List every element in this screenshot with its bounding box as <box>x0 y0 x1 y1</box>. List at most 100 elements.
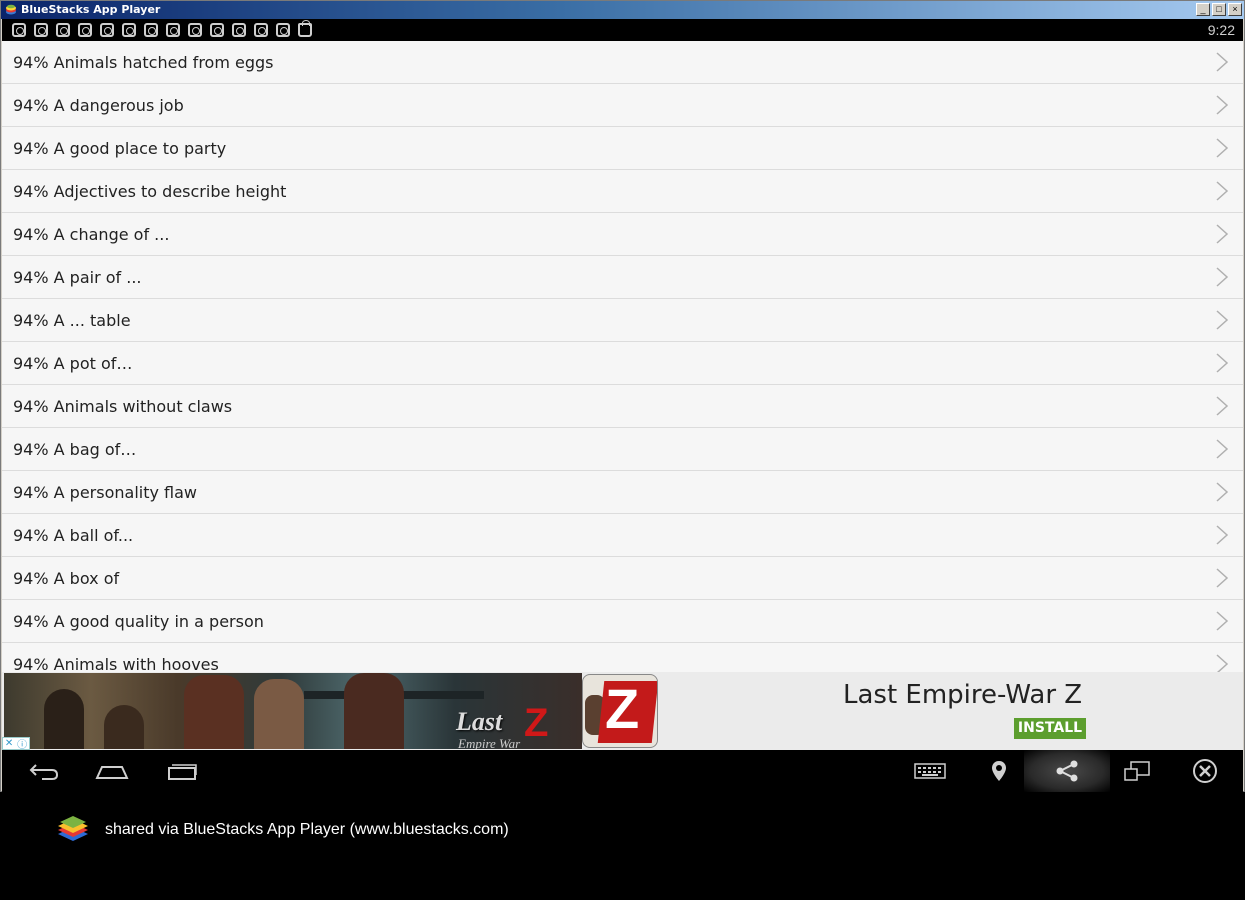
list-item-label: 94% A good quality in a person <box>13 612 264 631</box>
list-item-label: 94% A ... table <box>13 311 131 330</box>
close-app-icon <box>1193 759 1217 783</box>
keyboard-button[interactable] <box>912 750 948 792</box>
adchoices-badge[interactable]: ✕ ⓘ <box>2 736 30 751</box>
list-item-label: 94% A pot of… <box>13 354 133 373</box>
instagram-icon <box>144 23 158 37</box>
instagram-icon <box>56 23 70 37</box>
chevron-right-icon <box>1216 525 1229 545</box>
list-item[interactable]: 94% Animals with hooves <box>2 643 1243 672</box>
ad-app-icon-letter: Z <box>605 677 640 740</box>
category-list[interactable]: 94% Animals hatched from eggs 94% A dange… <box>2 41 1243 672</box>
bluestacks-app-icon <box>6 4 16 15</box>
back-button[interactable] <box>24 750 64 792</box>
chevron-right-icon <box>1216 138 1229 158</box>
shopping-bag-icon <box>298 20 312 37</box>
close-app-button[interactable] <box>1188 750 1222 792</box>
location-icon <box>992 761 1006 781</box>
window-controls: _ □ × <box>1196 3 1242 16</box>
list-item-label: 94% A bag of… <box>13 440 137 459</box>
location-button[interactable] <box>986 750 1012 792</box>
ad-app-icon[interactable]: Z <box>582 674 658 748</box>
list-item[interactable]: 94% A good place to party <box>2 127 1243 170</box>
ad-banner[interactable]: Last Z Empire War Z Last Empire-War Z IN… <box>2 672 1243 751</box>
list-item[interactable]: 94% A pot of… <box>2 342 1243 385</box>
share-icon <box>1056 760 1078 782</box>
instagram-icon <box>100 23 114 37</box>
list-item[interactable]: 94% A personality flaw <box>2 471 1243 514</box>
chevron-right-icon <box>1216 568 1229 588</box>
ad-banner-logo-text: Last <box>456 707 503 736</box>
chevron-right-icon <box>1216 396 1229 416</box>
chevron-right-icon <box>1216 267 1229 287</box>
chevron-right-icon <box>1216 52 1229 72</box>
back-icon <box>29 764 59 780</box>
instagram-icon <box>276 23 290 37</box>
instagram-icon <box>78 23 92 37</box>
instagram-icon <box>122 23 136 37</box>
ad-banner-image[interactable]: Last Z Empire War <box>4 673 582 749</box>
android-status-bar: 9:22 <box>2 19 1243 41</box>
list-item-label: 94% Adjectives to describe height <box>13 182 287 201</box>
list-item[interactable]: 94% A good quality in a person <box>2 600 1243 643</box>
adchoices-info-icon[interactable]: ⓘ <box>17 736 27 751</box>
home-icon <box>95 766 129 779</box>
ad-title[interactable]: Last Empire-War Z <box>843 680 1082 710</box>
instagram-icon <box>34 23 48 37</box>
chevron-right-icon <box>1216 310 1229 330</box>
chevron-right-icon <box>1216 181 1229 201</box>
instagram-icon <box>12 23 26 37</box>
bluestacks-logo-icon <box>58 816 88 841</box>
chevron-right-icon <box>1216 224 1229 244</box>
keyboard-icon <box>914 763 946 779</box>
instagram-icon <box>210 23 224 37</box>
rotate-icon <box>1124 761 1150 781</box>
chevron-right-icon <box>1216 439 1229 459</box>
list-item-label: 94% Animals with hooves <box>13 655 219 672</box>
list-item[interactable]: 94% A ball of... <box>2 514 1243 557</box>
list-item-label: 94% A change of ... <box>13 225 170 244</box>
instagram-icon <box>254 23 268 37</box>
status-clock: 9:22 <box>1207 22 1235 38</box>
recent-apps-icon <box>168 764 197 780</box>
share-button[interactable] <box>1050 750 1084 792</box>
rotate-button[interactable] <box>1120 750 1154 792</box>
ad-banner-logo-subtext: Empire War <box>458 736 521 749</box>
list-item[interactable]: 94% A box of <box>2 557 1243 600</box>
chevron-right-icon <box>1216 353 1229 373</box>
ad-image-figure <box>44 689 84 749</box>
title-bar: BlueStacks App Player _ □ × <box>1 1 1244 19</box>
ad-banner-logo-letter: Z <box>524 701 549 745</box>
minimize-button[interactable]: _ <box>1196 3 1210 16</box>
list-item[interactable]: 94% Animals hatched from eggs <box>2 41 1243 84</box>
list-item[interactable]: 94% Adjectives to describe height <box>2 170 1243 213</box>
notification-icons <box>12 20 312 37</box>
ad-image-figure <box>344 673 404 749</box>
list-item-label: 94% A personality flaw <box>13 483 198 502</box>
chevron-right-icon <box>1216 482 1229 502</box>
bluestacks-window: BlueStacks App Player _ □ × 9:22 94% Ani… <box>0 0 1245 792</box>
instagram-icon <box>166 23 180 37</box>
share-footer: shared via BlueStacks App Player (www.bl… <box>0 792 1245 900</box>
close-button[interactable]: × <box>1228 3 1242 16</box>
list-item[interactable]: 94% A bag of… <box>2 428 1243 471</box>
list-item-label: 94% A ball of... <box>13 526 134 545</box>
list-item[interactable]: 94% A ... table <box>2 299 1243 342</box>
chevron-right-icon <box>1216 654 1229 672</box>
ad-image-figure <box>184 675 244 749</box>
list-item-label: 94% A dangerous job <box>13 96 184 115</box>
recent-apps-button[interactable] <box>162 750 202 792</box>
ad-image-figure <box>254 679 304 749</box>
list-item-label: 94% Animals hatched from eggs <box>13 53 274 72</box>
ad-image-figure <box>104 705 144 749</box>
list-item-label: 94% A pair of ... <box>13 268 142 287</box>
ad-install-button[interactable]: INSTALL <box>1014 718 1086 739</box>
maximize-button[interactable]: □ <box>1212 3 1226 16</box>
home-button[interactable] <box>92 750 132 792</box>
instagram-icon <box>188 23 202 37</box>
list-item[interactable]: 94% A change of ... <box>2 213 1243 256</box>
adchoices-close-icon[interactable]: ✕ <box>5 738 13 749</box>
list-item[interactable]: 94% A dangerous job <box>2 84 1243 127</box>
list-item[interactable]: 94% A pair of ... <box>2 256 1243 299</box>
chevron-right-icon <box>1216 95 1229 115</box>
list-item[interactable]: 94% Animals without claws <box>2 385 1243 428</box>
